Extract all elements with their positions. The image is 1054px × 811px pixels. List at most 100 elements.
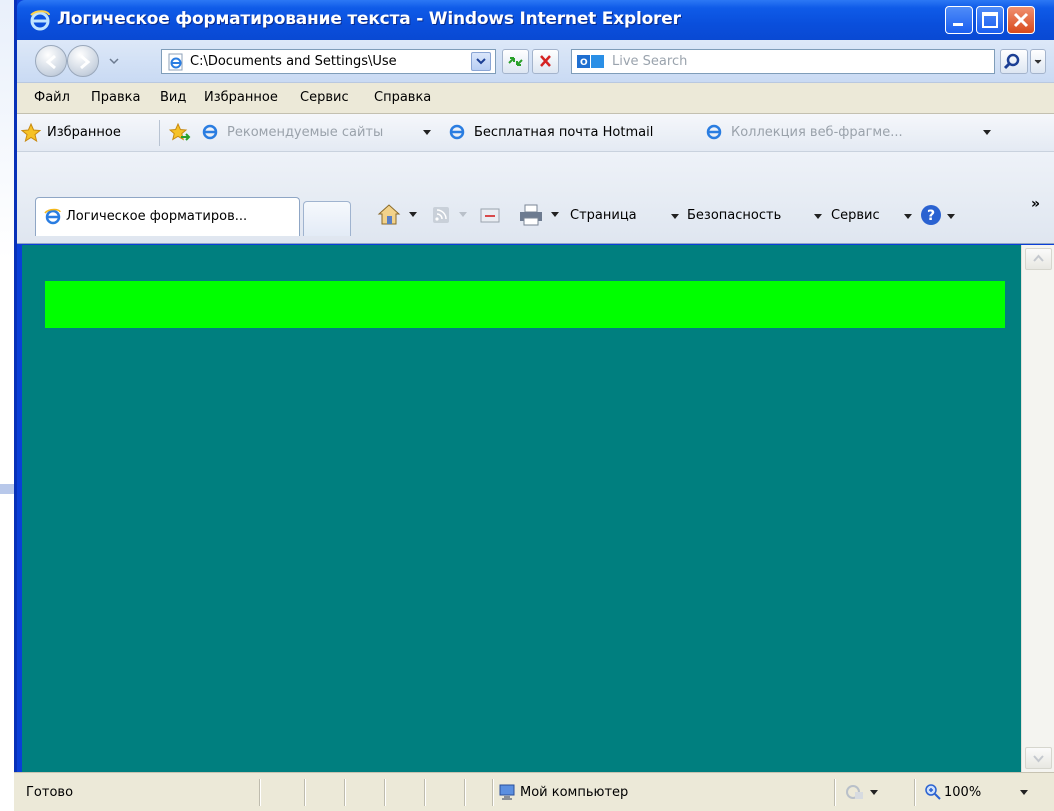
chevron-down-icon[interactable] [423,130,431,136]
chevron-down-icon[interactable] [409,212,417,218]
ie-logo-icon [30,10,50,31]
title-bar[interactable]: Логическое форматирование текста - Windo… [17,0,1054,40]
safety-menu-button[interactable]: Безопасность [687,208,781,223]
address-field[interactable] [161,49,496,74]
ie-page-icon [706,124,722,140]
tools-menu-button[interactable]: Сервис [831,208,880,223]
fav-link-hotmail[interactable]: Бесплатная почта Hotmail [474,125,653,140]
forward-button[interactable] [67,45,99,77]
minimize-icon [953,23,963,26]
mail-icon[interactable] [477,201,503,229]
divider [914,779,915,806]
chevron-down-icon [1034,59,1042,64]
address-dropdown-button[interactable] [471,52,491,71]
fav-link-suggested-sites[interactable]: Рекомендуемые сайты [227,125,383,140]
help-icon[interactable]: ? [918,201,944,229]
ie-page-icon [44,208,61,225]
status-bar: Готово Мой компьютер 100% [14,772,1054,811]
chevron-down-icon [476,58,486,65]
svg-text:?: ? [927,208,935,224]
live-search-icon: O [577,55,604,68]
divider [834,779,835,806]
back-button[interactable] [35,45,67,77]
back-arrow-icon [45,54,56,70]
add-favorite-icon[interactable] [169,123,191,143]
chevron-down-icon[interactable] [459,212,467,218]
new-tab-button[interactable] [303,201,351,236]
search-field[interactable]: O [571,49,995,74]
menu-file[interactable]: Файл [34,90,70,105]
refresh-button[interactable] [502,49,529,74]
protected-mode-icon[interactable] [844,783,866,801]
chevron-down-icon[interactable] [947,214,955,220]
zoom-level[interactable]: 100% [944,785,981,800]
divider [159,120,160,146]
tab-active[interactable]: Логическое форматиров... [35,197,300,236]
print-icon[interactable] [517,201,545,229]
scroll-up-button[interactable] [1025,248,1052,270]
feeds-icon[interactable] [429,201,453,229]
chevron-down-icon [814,214,822,219]
address-toolbar: O [17,40,1054,82]
ie-page-icon [202,124,218,140]
stop-button[interactable] [532,49,559,74]
browser-window: Логическое форматирование текста - Windo… [14,0,1054,811]
search-options-button[interactable] [1030,49,1046,74]
scroll-down-button[interactable] [1025,747,1052,769]
chevron-down-icon [671,214,679,219]
favorites-button[interactable]: Избранное [47,125,121,140]
svg-text:O: O [580,58,588,68]
address-input[interactable] [190,52,468,71]
recent-pages-chevron-down-icon[interactable] [109,56,119,66]
maximize-icon [982,12,998,28]
fav-link-web-slices[interactable]: Коллекция веб-фрагме... [731,125,903,140]
vertical-scrollbar[interactable] [1021,245,1054,772]
menu-tools[interactable]: Сервис [300,90,349,105]
minimize-button[interactable] [945,6,973,34]
page-icon [168,53,183,71]
ie-page-icon [449,124,465,140]
chevron-down-icon[interactable] [870,790,878,796]
search-icon [1003,53,1020,70]
chevron-down-icon [1033,755,1044,763]
more-commands-button[interactable]: » [1031,196,1040,212]
stop-icon [540,55,551,67]
menu-favorites[interactable]: Избранное [204,90,278,105]
tab-command-bar: Логическое форматиров... Страница Безопа… [17,152,1054,244]
divider [492,779,493,806]
forward-arrow-icon [80,54,91,70]
security-zone: Мой компьютер [520,785,629,800]
divider [384,779,385,806]
divider [304,779,305,806]
page-menu-button[interactable]: Страница [570,208,637,223]
computer-icon [499,784,515,800]
chevron-down-icon[interactable] [983,130,991,136]
status-text: Готово [26,785,74,800]
green-block [45,281,1005,328]
star-icon [21,123,41,143]
menu-view[interactable]: Вид [160,90,186,105]
search-input[interactable] [612,52,982,71]
tab-label: Логическое форматиров... [66,209,248,224]
home-icon[interactable] [377,201,401,229]
menu-bar: Файл Правка Вид Избранное Сервис Справка [17,82,1054,114]
divider [259,779,260,806]
close-button[interactable] [1007,6,1035,34]
search-button[interactable] [1000,49,1028,74]
favorites-bar: Избранное Рекомендуемые сайты Бесплатная… [17,114,1054,152]
divider [424,779,425,806]
divider [464,779,465,806]
zoom-icon[interactable] [924,783,942,801]
chevron-down-icon[interactable] [1020,790,1028,796]
menu-edit[interactable]: Правка [91,90,140,105]
close-icon [1013,12,1029,28]
page-content [22,245,1021,772]
maximize-button[interactable] [976,6,1004,34]
menu-help[interactable]: Справка [374,90,431,105]
chevron-down-icon[interactable] [551,212,559,218]
chevron-down-icon [904,214,912,219]
chevron-up-icon [1033,254,1044,262]
divider [344,779,345,806]
window-title: Логическое форматирование текста - Windo… [57,9,681,29]
refresh-icon [508,57,523,66]
